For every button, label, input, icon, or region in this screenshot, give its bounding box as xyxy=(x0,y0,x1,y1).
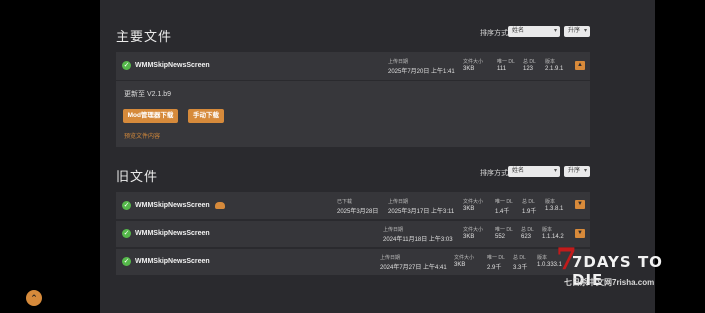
unique-dl-label: 唯一 DL xyxy=(497,59,515,65)
unique-dl-value: 2.9千 xyxy=(487,265,502,271)
upload-date-value: 2025年3月17日 上午3:11 xyxy=(388,209,455,215)
back-to-top-button[interactable]: ⌃ xyxy=(26,290,42,306)
manual-download-button[interactable]: 手动下载 xyxy=(188,109,224,123)
chevron-down-icon: ▼ xyxy=(577,201,583,207)
version-label: 版本 xyxy=(545,199,556,205)
upload-date-label: 上传日期 xyxy=(383,227,404,233)
left-backdrop xyxy=(0,0,100,313)
sort-label: 排序方式 xyxy=(480,30,508,37)
chevron-up-icon: ▲ xyxy=(577,62,583,68)
sort-label: 排序方式 xyxy=(480,170,508,177)
sort-select[interactable]: 姓名 ▾ xyxy=(508,26,560,37)
preview-file-link[interactable]: 预览文件内容 xyxy=(124,131,160,140)
check-circle-icon: ✓ xyxy=(122,201,131,210)
chevron-down-icon: ▾ xyxy=(553,28,557,34)
arrow-up-icon: ⌃ xyxy=(30,293,38,303)
upload-date-label: 上传日期 xyxy=(388,199,409,205)
collapse-toggle-button[interactable]: ▲ xyxy=(575,61,585,70)
version-value: 1.1.14.2 xyxy=(542,234,564,240)
file-size-value: 3KB xyxy=(454,262,466,268)
version-label: 版本 xyxy=(542,227,553,233)
order-select[interactable]: 升序 ▾ xyxy=(564,166,590,177)
check-circle-icon: ✓ xyxy=(122,229,131,238)
file-size-value: 3KB xyxy=(463,206,475,212)
version-value: 1.3.8.1 xyxy=(545,206,564,212)
unique-dl-value: 111 xyxy=(497,66,507,72)
total-dl-label: 总 DL xyxy=(522,199,535,205)
total-dl-value: 3.3千 xyxy=(513,265,528,271)
expand-toggle-button[interactable]: ▼ xyxy=(575,200,585,209)
file-size-label: 文件大小 xyxy=(463,199,484,205)
version-label: 版本 xyxy=(537,255,548,261)
expand-toggle-button[interactable]: ▼ xyxy=(575,229,585,238)
total-dl-label: 总 DL xyxy=(521,227,534,233)
total-dl-label: 总 DL xyxy=(523,59,536,65)
file-size-label: 文件大小 xyxy=(463,227,484,233)
mod-manager-download-button[interactable]: Mod管理器下载 xyxy=(123,109,178,123)
upload-date-label: 上传日期 xyxy=(388,59,409,65)
version-value: 2.1.9.1 xyxy=(545,66,564,72)
upload-date-value: 2024年11月18日 上午3:03 xyxy=(383,237,453,243)
main-files-title: 主要文件 xyxy=(116,29,173,44)
total-dl-value: 123 xyxy=(523,66,534,72)
old-files-title: 旧文件 xyxy=(116,169,159,184)
upload-date-value: 2025年7月20日 上午1:41 xyxy=(388,69,455,75)
upload-date-label: 上传日期 xyxy=(380,255,401,261)
order-select[interactable]: 升序 ▾ xyxy=(564,26,590,37)
chevron-down-icon: ▾ xyxy=(583,168,587,174)
total-dl-value: 1.9千 xyxy=(522,209,537,215)
chevron-down-icon: ▾ xyxy=(583,28,587,34)
old-file-name[interactable]: WMMSkipNewsScreen xyxy=(135,230,210,237)
order-select-value: 升序 xyxy=(568,168,581,174)
chevron-down-icon: ▼ xyxy=(577,230,583,236)
sort-select-value: 姓名 xyxy=(512,168,525,174)
cloud-download-icon xyxy=(215,202,225,209)
downloaded-value: 2025年3月28日 xyxy=(337,209,379,215)
unique-dl-value: 552 xyxy=(495,234,506,240)
watermark-subtitle: 七日杀中文网7risha.com xyxy=(564,278,655,287)
file-size-label: 文件大小 xyxy=(463,59,484,65)
old-file-name[interactable]: WMMSkipNewsScreen xyxy=(135,202,210,209)
file-size-value: 3KB xyxy=(463,234,475,240)
old-file-name[interactable]: WMMSkipNewsScreen xyxy=(135,258,210,265)
chevron-down-icon: ▾ xyxy=(553,168,557,174)
total-dl-label: 总 DL xyxy=(513,255,526,261)
upload-date-value: 2024年7月27日 上午4:41 xyxy=(380,265,447,271)
unique-dl-label: 唯一 DL xyxy=(487,255,505,261)
file-size-label: 文件大小 xyxy=(454,255,475,261)
file-size-value: 3KB xyxy=(463,66,475,72)
unique-dl-label: 唯一 DL xyxy=(495,227,513,233)
sort-select[interactable]: 姓名 ▾ xyxy=(508,166,560,177)
updated-to-text: 更新至 V2.1.b9 xyxy=(124,91,172,98)
total-dl-value: 623 xyxy=(521,234,532,240)
check-circle-icon: ✓ xyxy=(122,61,131,70)
main-file-name[interactable]: WMMSkipNewsScreen xyxy=(135,62,210,69)
site-watermark: 7 7DAYS TO DIE 七日杀中文网7risha.com xyxy=(556,245,696,290)
unique-dl-label: 唯一 DL xyxy=(495,199,513,205)
check-circle-icon: ✓ xyxy=(122,257,131,266)
downloaded-label: 已下载 xyxy=(337,199,353,205)
order-select-value: 升序 xyxy=(568,28,581,34)
sort-select-value: 姓名 xyxy=(512,28,525,34)
version-label: 版本 xyxy=(545,59,556,65)
unique-dl-value: 1.4千 xyxy=(495,209,510,215)
